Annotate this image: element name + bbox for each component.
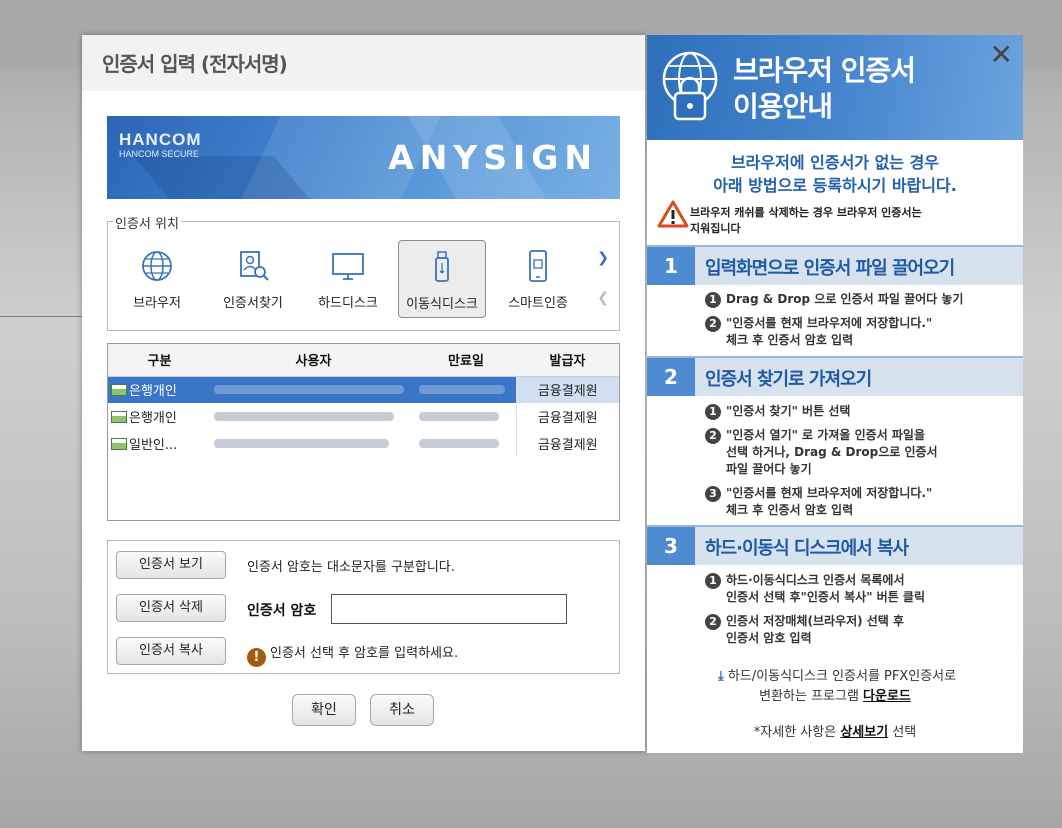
copy-certificate-button[interactable]: 인증서 복사 <box>116 637 226 665</box>
pfx-download-note: ⤓ 하드/이동식디스크 인증서를 PFX인증서로 변환하는 프로그램 다운로드 <box>647 667 1023 707</box>
location-label: 브라우저 <box>133 296 181 311</box>
certificate-icon <box>111 438 127 450</box>
table-header-row: 구분 사용자 만료일 발급자 <box>108 344 619 377</box>
browser-cert-guide-panel: 브라우저 인증서 이용안내 ✕ 브라우저에 인증서가 없는 경우 아래 방법으로… <box>647 35 1023 753</box>
password-info-text: 인증서 암호는 대소문자를 구분합니다. <box>247 560 455 575</box>
close-icon[interactable]: ✕ <box>990 41 1013 69</box>
column-header: 구분 <box>108 344 211 377</box>
cert-search-icon <box>240 251 269 281</box>
cert-type: 은행개인 <box>129 384 177 400</box>
location-removable-disk[interactable]: 이동식디스크 <box>398 240 486 318</box>
step-number: 2 <box>647 358 695 396</box>
location-hard-disk[interactable]: 하드디스크 <box>304 240 392 318</box>
guide-lead-line1: 브라우저에 인증서가 없는 경우 <box>730 153 940 172</box>
redacted-expiry <box>419 439 499 448</box>
location-label: 인증서찾기 <box>223 296 283 311</box>
download-icon: ⤓ <box>718 669 724 684</box>
certificate-location-group: 인증서 위치 브라우저 인증서찾기 하드디스크 이동식디스크 스마트인증 ❯ ❮ <box>107 213 620 331</box>
dialog-title: 인증서 입력 (전자서명) <box>102 52 288 76</box>
guide-header: 브라우저 인증서 이용안내 ✕ <box>647 35 1023 140</box>
dialog-header: 인증서 입력 (전자서명) <box>82 35 645 91</box>
detail-link[interactable]: 상세보기 <box>840 725 888 740</box>
cert-type: 일반인... <box>129 438 178 453</box>
step-title: 입력화면으로 인증서 파일 끌어오기 <box>705 258 955 279</box>
redacted-expiry <box>419 385 505 395</box>
step-item: 1 Drag & Drop 으로 인증서 파일 끌어다 놓기 <box>705 291 1005 308</box>
cert-issuer: 금융결제원 <box>515 376 619 403</box>
step-item: 1 하드·이동식디스크 인증서 목록에서 <box>705 572 1005 589</box>
smartphone-icon <box>529 250 547 282</box>
redacted-user <box>214 412 394 421</box>
step-item-cont: 인증서 선택 후"인증서 복사" 버튼 클릭 <box>726 590 925 604</box>
step-number: 1 <box>647 247 695 285</box>
password-label: 인증서 암호 <box>247 603 317 619</box>
step-1-header: 1 입력화면으로 인증서 파일 끌어오기 <box>647 245 1023 285</box>
step-item-cont: 선택 하거나, Drag & Drop으로 인증서 <box>726 445 938 459</box>
location-legend: 인증서 위치 <box>113 213 181 232</box>
step-number: 3 <box>647 527 695 565</box>
caution-text: 브라우저 캐쉬를 삭제하는 경우 브라우저 인증서는 지워집니다 <box>690 206 922 235</box>
guide-title: 브라우저 인증서 이용안내 <box>733 54 916 123</box>
delete-certificate-button[interactable]: 인증서 삭제 <box>116 594 226 622</box>
column-header: 사용자 <box>211 344 416 377</box>
cancel-button[interactable]: 취소 <box>370 694 434 726</box>
step-2-header: 2 인증서 찾기로 가져오기 <box>647 356 1023 396</box>
table-row[interactable]: 은행개인 금융결제원 <box>108 403 619 430</box>
caution-icon <box>657 200 689 228</box>
location-find-certificate[interactable]: 인증서찾기 <box>208 240 298 318</box>
hancom-logo: HANCOM <box>119 130 202 149</box>
table-row[interactable]: 은행개인 금융결제원 <box>108 376 619 403</box>
location-label: 이동식디스크 <box>406 297 478 312</box>
redacted-user <box>214 439 389 448</box>
scroll-right-icon[interactable]: ❯ <box>597 250 609 266</box>
monitor-icon <box>332 253 364 280</box>
step-item-cont: 파일 끌어다 놓기 <box>726 462 812 476</box>
warning-icon: ! <box>247 648 266 667</box>
location-label: 하드디스크 <box>318 296 378 311</box>
ok-button[interactable]: 확인 <box>292 694 356 726</box>
step-item: 1 "인증서 찾기" 버튼 선택 <box>705 403 1005 420</box>
location-browser[interactable]: 브라우저 <box>114 240 200 318</box>
scroll-left-icon[interactable]: ❮ <box>597 290 609 306</box>
password-warning-text: 인증서 선택 후 암호를 입력하세요. <box>270 646 459 661</box>
redacted-expiry <box>419 412 499 421</box>
hancom-sub-label: HANCOM SECURE <box>119 149 200 159</box>
download-link[interactable]: 다운로드 <box>863 689 911 704</box>
step-item-cont: 체크 후 인증서 암호 입력 <box>726 333 854 347</box>
usb-icon <box>435 251 449 282</box>
anysign-banner: HANCOM HANCOM SECURE ANYSIGN <box>107 116 620 199</box>
column-header: 발급자 <box>516 344 619 377</box>
detail-note: *자세한 사항은 상세보기 선택 <box>753 725 917 740</box>
certificate-dialog: 인증서 입력 (전자서명) HANCOM HANCOM SECURE ANYSI… <box>82 35 645 751</box>
password-warning: ! 인증서 선택 후 암호를 입력하세요. <box>247 642 458 667</box>
step-item: 2 "인증서를 현재 브라우저에 저장합니다." <box>705 315 1005 332</box>
background-line <box>0 316 82 317</box>
step-item: 2 "인증서 열기" 로 가져올 인증서 파일을 <box>705 427 1005 444</box>
step-title: 인증서 찾기로 가져오기 <box>705 369 872 390</box>
certificate-icon <box>111 411 127 423</box>
column-header: 만료일 <box>416 344 516 377</box>
certificate-icon <box>111 384 127 397</box>
cert-issuer: 금융결제원 <box>515 430 619 457</box>
redacted-user <box>214 385 404 395</box>
step-item-cont: 체크 후 인증서 암호 입력 <box>726 503 854 517</box>
location-smart-cert[interactable]: 스마트인증 <box>494 240 582 318</box>
product-name: ANYSIGN <box>388 138 598 177</box>
step-item-cont: 인증서 암호 입력 <box>726 631 812 645</box>
password-input[interactable] <box>331 594 567 624</box>
table-row[interactable]: 일반인... 금융결제원 <box>108 430 619 457</box>
location-label: 스마트인증 <box>508 296 568 311</box>
certificate-list: 구분 사용자 만료일 발급자 은행개인 금융결제원 은행개인 금융결제원 일반인… <box>107 343 620 521</box>
guide-lead-line2: 아래 방법으로 등록하시기 바랍니다. <box>713 176 957 195</box>
password-section: 인증서 보기 인증서 삭제 인증서 복사 인증서 암호는 대소문자를 구분합니다… <box>107 540 620 674</box>
cert-issuer: 금융결제원 <box>515 403 619 430</box>
cert-type: 은행개인 <box>129 411 177 426</box>
globe-lock-icon <box>662 51 718 121</box>
step-item: 2 인증서 저장매체(브라우저) 선택 후 <box>705 613 1005 630</box>
view-certificate-button[interactable]: 인증서 보기 <box>116 551 226 579</box>
step-3-header: 3 하드·이동식 디스크에서 복사 <box>647 525 1023 565</box>
step-item: 3 "인증서를 현재 브라우저에 저장합니다." <box>705 485 1005 502</box>
step-title: 하드·이동식 디스크에서 복사 <box>705 538 909 559</box>
globe-icon <box>142 251 172 281</box>
